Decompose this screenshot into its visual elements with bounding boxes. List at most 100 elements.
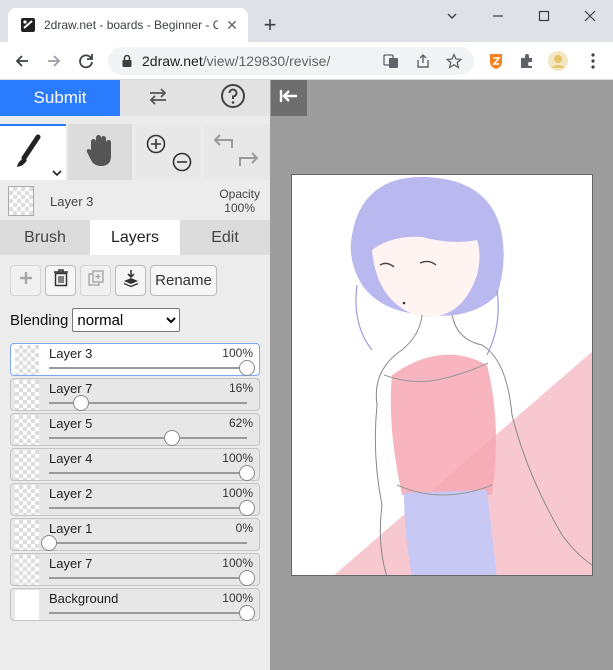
back-arrow-icon[interactable] bbox=[11, 50, 33, 72]
layer-opacity-slider[interactable] bbox=[49, 465, 255, 481]
bookmark-star-icon[interactable] bbox=[445, 52, 463, 70]
layer-opacity-percent: 100% bbox=[222, 556, 253, 570]
layer-opacity-percent: 100% bbox=[222, 346, 253, 360]
layer-name: Layer 7 bbox=[49, 381, 93, 396]
layer-opacity-percent: 100% bbox=[222, 486, 253, 500]
help-button[interactable] bbox=[195, 80, 270, 116]
layer-opacity-slider[interactable] bbox=[49, 395, 247, 411]
swap-panel-button[interactable] bbox=[120, 80, 195, 116]
undo-icon[interactable] bbox=[212, 132, 234, 157]
chrome-menu-icon[interactable] bbox=[582, 50, 604, 72]
opacity-value: 100% bbox=[224, 201, 255, 215]
browser-tab[interactable]: 2draw.net - boards - Beginner - C ✕ bbox=[8, 8, 248, 42]
merge-down-icon bbox=[122, 269, 140, 292]
layer-opacity-slider[interactable] bbox=[49, 605, 255, 621]
layer-opacity-slider[interactable] bbox=[49, 570, 255, 586]
collapse-panel-button[interactable] bbox=[271, 80, 307, 116]
slider-knob[interactable] bbox=[239, 465, 255, 481]
layer-name: Layer 2 bbox=[49, 486, 93, 501]
collapse-arrow-icon bbox=[279, 88, 299, 109]
opacity-readout: Opacity 100% bbox=[219, 187, 260, 215]
tab-close-icon[interactable]: ✕ bbox=[224, 17, 240, 33]
layer-opacity-percent: 16% bbox=[228, 381, 253, 395]
undo-redo-group bbox=[204, 124, 270, 180]
layer-row[interactable]: Layer 7 100% bbox=[10, 553, 260, 586]
tab-layers[interactable]: Layers bbox=[90, 220, 180, 255]
chevron-down-icon[interactable] bbox=[52, 164, 62, 182]
layer-list: Layer 3 100% Layer 7 16% Layer 5 62% Layer 4 10… bbox=[10, 343, 260, 623]
layer-row[interactable]: Layer 5 62% bbox=[10, 413, 260, 446]
layer-thumbnail bbox=[15, 345, 39, 375]
drawing-canvas[interactable] bbox=[291, 174, 593, 576]
opacity-label: Opacity bbox=[219, 187, 260, 201]
add-layer-button[interactable] bbox=[10, 265, 41, 296]
url-text: 2draw.net/view/129830/revise/ bbox=[142, 53, 330, 69]
extensions-puzzle-icon[interactable] bbox=[516, 50, 538, 72]
brush-tool-button[interactable] bbox=[0, 124, 66, 180]
translate-icon[interactable] bbox=[382, 52, 400, 70]
layer-opacity-slider[interactable] bbox=[49, 430, 247, 446]
panel-tabs: Brush Layers Edit bbox=[0, 220, 270, 255]
duplicate-layer-button[interactable] bbox=[80, 265, 111, 296]
reload-icon[interactable] bbox=[75, 50, 97, 72]
layer-row[interactable]: Background 100% bbox=[10, 588, 260, 621]
layer-name: Layer 1 bbox=[49, 521, 93, 536]
plus-icon bbox=[19, 271, 33, 290]
browser-toolbar: 2draw.net/view/129830/revise/ bbox=[0, 42, 613, 80]
rename-layer-button[interactable]: Rename bbox=[150, 265, 217, 296]
window-close-icon[interactable] bbox=[580, 6, 600, 26]
duplicate-icon bbox=[87, 270, 104, 291]
layer-row[interactable]: Layer 7 16% bbox=[10, 378, 260, 411]
browser-tab-title: 2draw.net - boards - Beginner - C bbox=[44, 18, 218, 32]
layer-opacity-slider[interactable] bbox=[49, 360, 255, 376]
tab-search-icon[interactable] bbox=[442, 6, 462, 26]
hand-tool-button[interactable] bbox=[68, 124, 132, 180]
layer-row[interactable]: Layer 4 100% bbox=[10, 448, 260, 481]
layer-opacity-slider[interactable] bbox=[49, 500, 255, 516]
layer-row[interactable]: Layer 2 100% bbox=[10, 483, 260, 516]
drawing-tool-panel: Submit Layer 3 Opacity 100% Brush Layers… bbox=[0, 80, 270, 670]
layer-name: Layer 5 bbox=[49, 416, 93, 431]
maximize-icon[interactable] bbox=[534, 6, 554, 26]
layer-row[interactable]: Layer 1 0% bbox=[10, 518, 260, 551]
slider-knob[interactable] bbox=[239, 360, 255, 376]
layer-name: Background bbox=[49, 591, 119, 606]
slider-knob[interactable] bbox=[72, 395, 89, 411]
zoom-in-icon[interactable] bbox=[146, 134, 166, 159]
layer-row[interactable]: Layer 3 100% bbox=[10, 343, 260, 376]
forward-arrow-icon[interactable] bbox=[43, 50, 65, 72]
submit-button[interactable]: Submit bbox=[0, 80, 120, 116]
slider-knob[interactable] bbox=[239, 500, 255, 516]
slider-knob[interactable] bbox=[239, 570, 255, 586]
browser-tab-strip: 2draw.net - boards - Beginner - C ✕ + bbox=[0, 0, 613, 42]
layer-opacity-percent: 100% bbox=[222, 451, 253, 465]
profile-avatar-icon[interactable] bbox=[547, 50, 569, 72]
layer-opacity-percent: 100% bbox=[222, 591, 253, 605]
lock-icon bbox=[120, 54, 134, 68]
new-tab-button[interactable]: + bbox=[258, 14, 282, 38]
tab-edit[interactable]: Edit bbox=[180, 220, 270, 255]
blending-select[interactable]: normal bbox=[72, 308, 181, 332]
artwork-sketch bbox=[334, 176, 592, 575]
current-layer-info: Layer 3 Opacity 100% bbox=[0, 182, 270, 220]
delete-layer-button[interactable] bbox=[45, 265, 76, 296]
layer-name: Layer 7 bbox=[49, 556, 93, 571]
layer-thumbnail bbox=[15, 520, 39, 550]
layer-thumbnail bbox=[15, 555, 39, 585]
slider-knob[interactable] bbox=[239, 605, 255, 621]
merge-down-button[interactable] bbox=[115, 265, 146, 296]
layer-actions: Rename bbox=[0, 265, 270, 297]
layer-thumbnail bbox=[15, 485, 39, 515]
layer-opacity-percent: 0% bbox=[235, 521, 253, 535]
minimize-icon[interactable] bbox=[488, 6, 508, 26]
slider-knob[interactable] bbox=[163, 430, 180, 446]
redo-icon[interactable] bbox=[238, 150, 260, 175]
extension-shield-icon[interactable] bbox=[485, 50, 507, 72]
share-icon[interactable] bbox=[414, 52, 432, 70]
address-bar[interactable]: 2draw.net/view/129830/revise/ bbox=[108, 47, 474, 75]
layer-opacity-slider[interactable] bbox=[41, 535, 247, 551]
trash-icon bbox=[53, 269, 69, 292]
tab-brush[interactable]: Brush bbox=[0, 220, 90, 255]
slider-knob[interactable] bbox=[41, 535, 57, 551]
zoom-out-icon[interactable] bbox=[172, 152, 192, 177]
